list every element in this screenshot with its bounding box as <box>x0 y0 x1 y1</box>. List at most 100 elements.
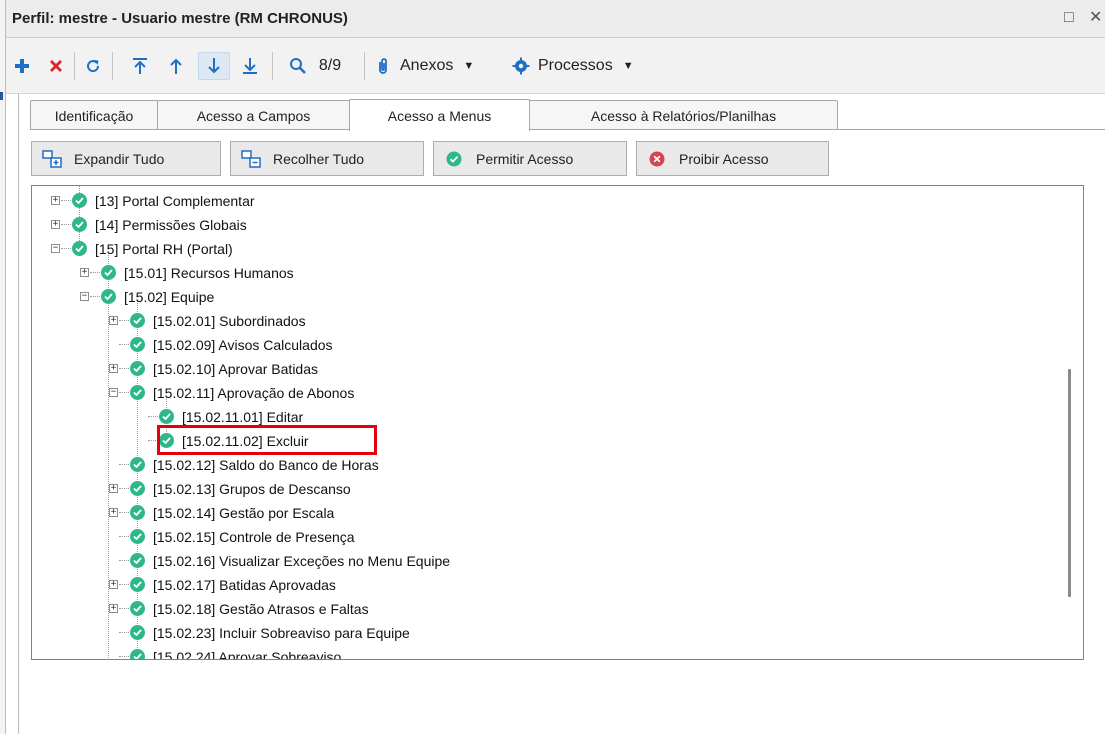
access-granted-icon[interactable] <box>101 289 116 304</box>
add-button[interactable] <box>10 52 34 80</box>
maximize-icon[interactable]: □ <box>1064 8 1074 28</box>
check-circle-icon <box>446 151 462 167</box>
access-granted-icon[interactable] <box>130 337 145 352</box>
tree-item-label: [15.02.16] Visualizar Exceções no Menu E… <box>153 553 451 569</box>
record-counter: 8/9 <box>318 57 342 74</box>
tree-scrollbar[interactable] <box>1068 369 1071 597</box>
access-granted-icon[interactable] <box>159 409 174 424</box>
access-granted-icon[interactable] <box>130 505 145 520</box>
expand-node-icon[interactable]: + <box>109 604 118 613</box>
tree-item-label: [15.02.15] Controle de Presença <box>153 529 355 545</box>
tree-item-label: [14] Permissões Globais <box>95 217 247 233</box>
allow-access-button[interactable]: Permitir Acesso <box>433 141 627 176</box>
deny-access-button[interactable]: Proibir Acesso <box>636 141 829 176</box>
tree-item-label: [15.02.13] Grupos de Descanso <box>153 481 351 497</box>
access-granted-icon[interactable] <box>72 193 87 208</box>
tab-acesso-campos[interactable]: Acesso a Campos <box>157 100 350 130</box>
access-granted-icon[interactable] <box>101 265 116 280</box>
access-granted-icon[interactable] <box>130 649 145 659</box>
next-record-button[interactable] <box>198 52 230 80</box>
expand-all-button[interactable]: Expandir Tudo <box>31 141 221 176</box>
collapse-node-icon[interactable]: − <box>109 388 118 397</box>
collapse-node-icon[interactable]: − <box>80 292 89 301</box>
collapse-node-icon[interactable]: − <box>51 244 60 253</box>
expand-node-icon[interactable]: + <box>109 580 118 589</box>
access-granted-icon[interactable] <box>130 577 145 592</box>
menu-tree[interactable]: + [13] Portal Complementar + [14] Permissõe… <box>31 185 1084 660</box>
tree-item-label: [13] Portal Complementar <box>95 193 255 209</box>
gear-icon <box>512 57 530 75</box>
close-icon[interactable]: ✕ <box>1089 8 1102 28</box>
expand-node-icon[interactable]: + <box>51 220 60 229</box>
tree-item-label: [15.02.23] Incluir Sobreaviso para Equip… <box>153 625 410 641</box>
delete-button[interactable] <box>44 52 68 80</box>
last-record-button[interactable] <box>238 52 262 80</box>
refresh-icon <box>84 57 102 75</box>
processos-menu[interactable]: Processos ▼ <box>512 52 662 80</box>
tree-item[interactable]: [15.02.24] Aprovar Sobreaviso <box>32 646 1032 659</box>
tree-item[interactable]: + [15.02.13] Grupos de Descanso <box>32 478 1032 502</box>
tree-item-label: [15.02.09] Avisos Calculados <box>153 337 333 353</box>
expand-all-label: Expandir Tudo <box>74 150 165 167</box>
tree-item[interactable]: − [15.02] Equipe <box>32 286 1032 310</box>
title-bar: Perfil: mestre - Usuario mestre (RM CHRO… <box>6 0 1105 38</box>
access-granted-icon[interactable] <box>130 529 145 544</box>
access-granted-icon[interactable] <box>72 217 87 232</box>
chevron-down-icon: ▼ <box>463 60 475 72</box>
tree-item[interactable]: + [15.02.18] Gestão Atrasos e Faltas <box>32 598 1032 622</box>
tree-item[interactable]: + [15.02.17] Batidas Aprovadas <box>32 574 1032 598</box>
first-record-button[interactable] <box>128 52 152 80</box>
expand-node-icon[interactable]: + <box>80 268 89 277</box>
toolbar: 8/9 Anexos ▼ Processos ▼ <box>6 38 1105 94</box>
refresh-button[interactable] <box>80 52 106 80</box>
collapse-all-button[interactable]: Recolher Tudo <box>230 141 424 176</box>
tab-acesso-menus[interactable]: Acesso a Menus <box>349 99 530 131</box>
access-granted-icon[interactable] <box>130 481 145 496</box>
tree-item[interactable]: [15.02.15] Controle de Presença <box>32 526 1032 550</box>
toolbar-separator <box>112 52 113 80</box>
anexos-menu[interactable]: Anexos ▼ <box>376 52 500 80</box>
tree-item[interactable]: + [15.02.14] Gestão por Escala <box>32 502 1032 526</box>
tree-item-label: [15.02.14] Gestão por Escala <box>153 505 335 521</box>
tab-identificacao[interactable]: Identificação <box>30 100 158 130</box>
access-granted-icon[interactable] <box>130 361 145 376</box>
tree-item-label: [15.01] Recursos Humanos <box>124 265 294 281</box>
access-granted-icon[interactable] <box>130 385 145 400</box>
expand-node-icon[interactable]: + <box>109 484 118 493</box>
expand-node-icon[interactable]: + <box>51 196 60 205</box>
search-button[interactable]: 8/9 <box>280 52 350 80</box>
tree-item[interactable]: [15.02.16] Visualizar Exceções no Menu E… <box>32 550 1032 574</box>
tree-item[interactable]: − [15] Portal RH (Portal) <box>32 238 1032 262</box>
delete-icon <box>48 58 64 74</box>
access-granted-icon[interactable] <box>130 313 145 328</box>
tab-acesso-relatorios[interactable]: Acesso à Relatórios/Planilhas <box>529 100 838 130</box>
previous-record-button[interactable] <box>164 52 188 80</box>
tree-item[interactable]: [15.02.12] Saldo do Banco de Horas <box>32 454 1032 478</box>
tree-item-label: [15] Portal RH (Portal) <box>95 241 233 257</box>
tree-item[interactable]: + [15.01] Recursos Humanos <box>32 262 1032 286</box>
access-granted-icon[interactable] <box>130 457 145 472</box>
tree-item[interactable]: + [15.02.01] Subordinados <box>32 310 1032 334</box>
access-granted-icon[interactable] <box>130 601 145 616</box>
tree-item[interactable]: [15.02.09] Avisos Calculados <box>32 334 1032 358</box>
anexos-label: Anexos <box>400 57 454 74</box>
expand-node-icon[interactable]: + <box>109 508 118 517</box>
paperclip-icon <box>376 57 390 75</box>
last-icon <box>242 57 258 75</box>
expand-node-icon[interactable]: + <box>109 316 118 325</box>
access-granted-icon[interactable] <box>130 553 145 568</box>
access-granted-icon[interactable] <box>130 625 145 640</box>
tree-item[interactable]: + [15.02.10] Aprovar Batidas <box>32 358 1032 382</box>
tree-item[interactable]: [15.02.11.02] Excluir <box>32 430 1032 454</box>
tree-item[interactable]: [15.02.11.01] Editar <box>32 406 1032 430</box>
tree-item[interactable]: − [15.02.11] Aprovação de Abonos <box>32 382 1032 406</box>
expand-tree-icon <box>42 149 62 168</box>
expand-node-icon[interactable]: + <box>109 364 118 373</box>
access-granted-icon[interactable] <box>159 433 174 448</box>
tree-item-label: [15.02.11.01] Editar <box>182 409 304 425</box>
tree-item[interactable]: [15.02.23] Incluir Sobreaviso para Equip… <box>32 622 1032 646</box>
access-granted-icon[interactable] <box>72 241 87 256</box>
tree-item[interactable]: + [13] Portal Complementar <box>32 190 1032 214</box>
tree-item[interactable]: + [14] Permissões Globais <box>32 214 1032 238</box>
window-title: Perfil: mestre - Usuario mestre (RM CHRO… <box>12 10 348 27</box>
